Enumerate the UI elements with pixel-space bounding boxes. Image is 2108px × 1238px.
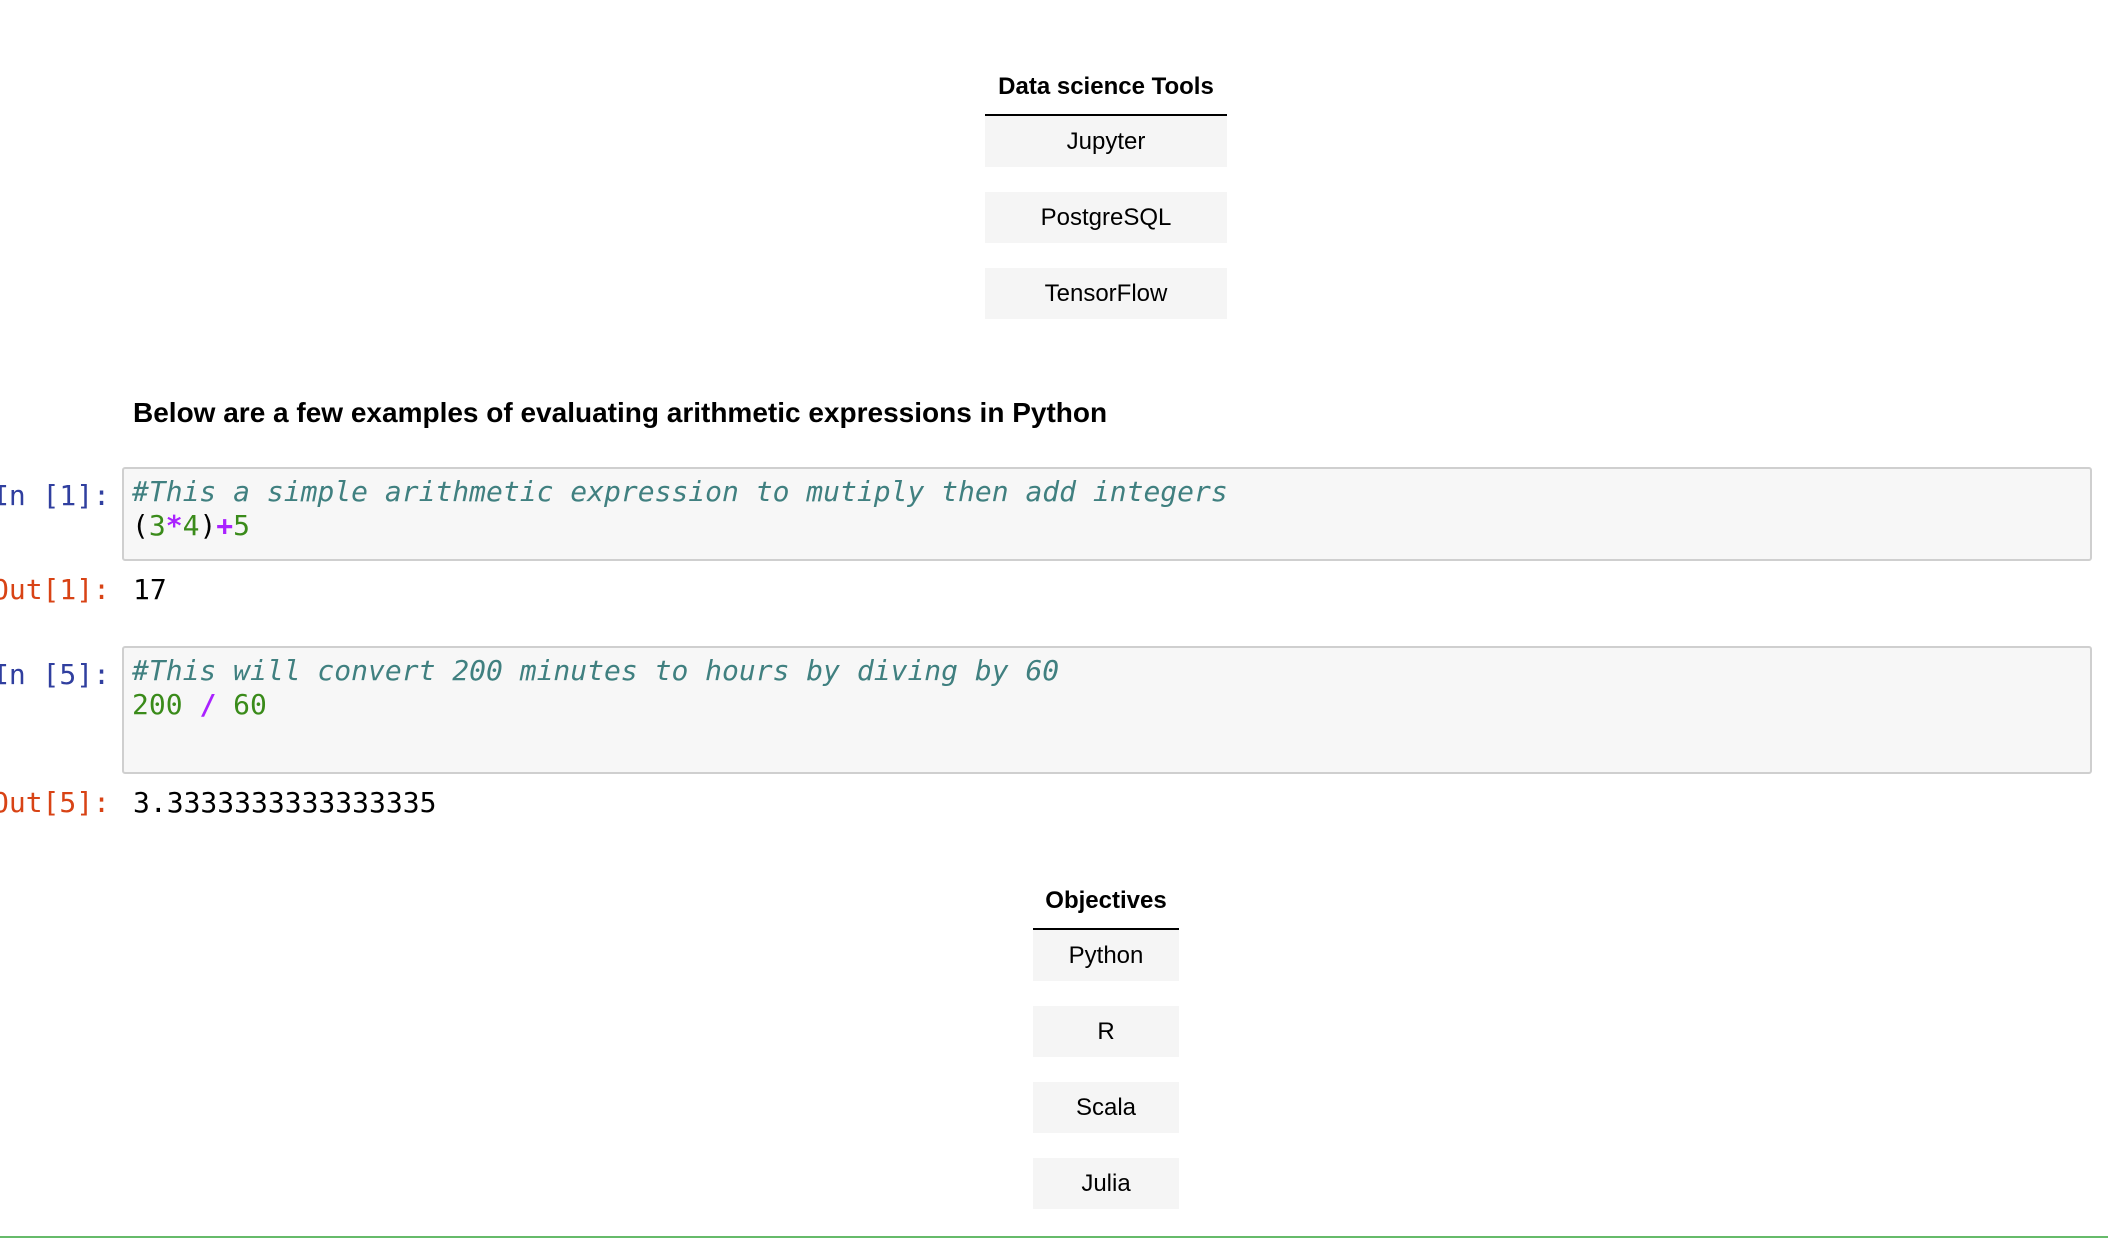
code-token: /	[199, 688, 217, 721]
output-prompt: Out[5]:	[0, 786, 110, 819]
markdown-heading: Below are a few examples of evaluating a…	[133, 397, 1108, 428]
cell-output: 17	[133, 573, 167, 606]
code-cell-input[interactable]: #This will convert 200 minutes to hours …	[122, 646, 2092, 774]
code-comment: #This will convert 200 minutes to hours …	[132, 654, 1060, 687]
objectives-table-cell: Scala	[1033, 1057, 1179, 1146]
data-science-tools-table: Data science Tools Jupyter PostgreSQL Te…	[985, 72, 1227, 319]
objectives-table-cell: Python	[1033, 929, 1179, 994]
code-token: +	[216, 509, 234, 542]
cell-output: 3.3333333333333335	[133, 786, 437, 819]
code-cell-input[interactable]: #This a simple arithmetic expression to …	[122, 467, 2092, 561]
objectives-table: Objectives Python R Scala Julia	[1033, 886, 1179, 1209]
objectives-table-cell: R	[1033, 981, 1179, 1070]
code-token: 3	[148, 509, 166, 542]
input-prompt: In [1]:	[0, 479, 110, 512]
code-comment: #This a simple arithmetic expression to …	[132, 475, 1228, 508]
code-token: 60	[233, 688, 267, 721]
objectives-table-header: Objectives	[1033, 886, 1179, 930]
code-token: (	[132, 509, 149, 542]
tools-table-cell: Jupyter	[985, 115, 1227, 180]
code-token: 5	[233, 509, 251, 542]
notebook-page: Data science Tools Jupyter PostgreSQL Te…	[0, 0, 2108, 1238]
code-token: 200	[132, 688, 183, 721]
tools-table-cell: PostgreSQL	[985, 167, 1227, 256]
output-prompt: Out[1]:	[0, 573, 110, 606]
objectives-table-cell: Julia	[1033, 1133, 1179, 1209]
code-token: *	[165, 509, 183, 542]
tools-table-cell: TensorFlow	[985, 243, 1227, 319]
code-token: )	[199, 509, 217, 542]
tools-table-header: Data science Tools	[985, 72, 1227, 116]
input-prompt: In [5]:	[0, 658, 110, 691]
code-token: 4	[182, 509, 200, 542]
